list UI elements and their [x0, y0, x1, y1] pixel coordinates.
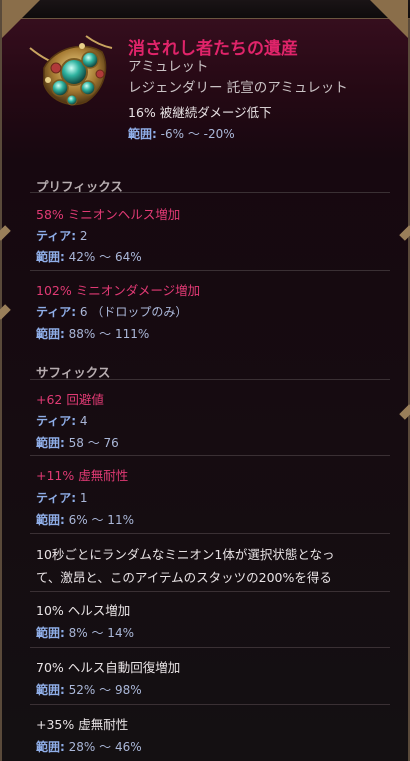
divider [30, 192, 390, 193]
unique-stat-range: 範囲: 52% 〜 98% [36, 681, 142, 698]
range-label: 範囲: [36, 327, 65, 341]
unique-stat-range: 範囲: 8% 〜 14% [36, 624, 134, 641]
implicit-stat: 16% 被継続ダメージ低下 [128, 105, 272, 120]
affix-tier: ティア: 1 [36, 489, 88, 506]
side-ornament-left [0, 225, 11, 241]
range-label: 範囲: [36, 436, 65, 450]
side-ornament-right [399, 225, 410, 241]
affix-tier: ティア: 6 （ドロップのみ） [36, 303, 187, 320]
affix-tier: ティア: 4 [36, 412, 88, 429]
affix-tier: ティア: 2 [36, 227, 88, 244]
divider [30, 591, 390, 592]
divider [30, 704, 390, 705]
range-value: 88% 〜 111% [68, 327, 150, 341]
affix-range: 範囲: 6% 〜 11% [36, 511, 134, 528]
legendary-amulet-icon [29, 35, 113, 106]
range-value: 28% 〜 46% [68, 740, 142, 754]
item-type: アミュレット [128, 59, 209, 75]
divider [30, 455, 390, 456]
corner-ornament-right [370, 0, 408, 38]
unique-effect-line-2: て、激昂と、このアイテムのスタッツの200%を得る [36, 570, 332, 585]
unique-effect-line-1: 10秒ごとにランダムなミニオン1体が選択状態となっ [36, 547, 335, 562]
tooltip-top-border [2, 0, 410, 19]
side-ornament-left [0, 304, 11, 320]
unique-stat: 10% ヘルス増加 [36, 603, 131, 618]
tier-value: 6 （ドロップのみ） [79, 305, 188, 319]
range-label: 範囲: [36, 740, 65, 754]
tier-value: 1 [79, 491, 88, 505]
divider [30, 270, 390, 271]
range-label: 範囲: [36, 683, 65, 697]
divider [30, 533, 390, 534]
range-label: 範囲: [36, 513, 65, 527]
item-tooltip: 消されし者たちの遺産 アミュレット レジェンダリー 託宣のアミュレット 16% … [0, 0, 410, 761]
unique-stat: 70% ヘルス自動回復増加 [36, 660, 181, 675]
implicit-range: 範囲: -6% 〜 -20% [128, 125, 235, 142]
unique-stat: +35% 虚無耐性 [36, 717, 129, 732]
tier-value: 4 [79, 414, 88, 428]
affix-name: 58% ミニオンヘルス増加 [36, 207, 181, 222]
divider [30, 647, 390, 648]
tier-label: ティア: [36, 229, 77, 243]
range-label: 範囲: [128, 127, 157, 141]
affix-range: 範囲: 88% 〜 111% [36, 325, 149, 342]
affix-name: +62 回避値 [36, 392, 104, 407]
range-value: 6% 〜 11% [68, 513, 134, 527]
side-ornament-right [399, 404, 410, 420]
range-label: 範囲: [36, 250, 65, 264]
affix-name: 102% ミニオンダメージ増加 [36, 283, 201, 298]
tier-label: ティア: [36, 305, 77, 319]
range-value: -6% 〜 -20% [160, 127, 235, 141]
range-label: 範囲: [36, 626, 65, 640]
tier-value: 2 [79, 229, 88, 243]
range-value: 58 〜 76 [68, 436, 119, 450]
item-rarity-line: レジェンダリー 託宣のアミュレット [128, 80, 348, 96]
affix-name: +11% 虚無耐性 [36, 468, 129, 483]
unique-stat-range: 範囲: 28% 〜 46% [36, 738, 142, 755]
affix-range: 範囲: 42% 〜 64% [36, 248, 142, 265]
range-value: 52% 〜 98% [68, 683, 142, 697]
tier-label: ティア: [36, 491, 77, 505]
range-value: 42% 〜 64% [68, 250, 142, 264]
tier-label: ティア: [36, 414, 77, 428]
affix-range: 範囲: 58 〜 76 [36, 434, 119, 451]
range-value: 8% 〜 14% [68, 626, 134, 640]
divider [30, 379, 390, 380]
